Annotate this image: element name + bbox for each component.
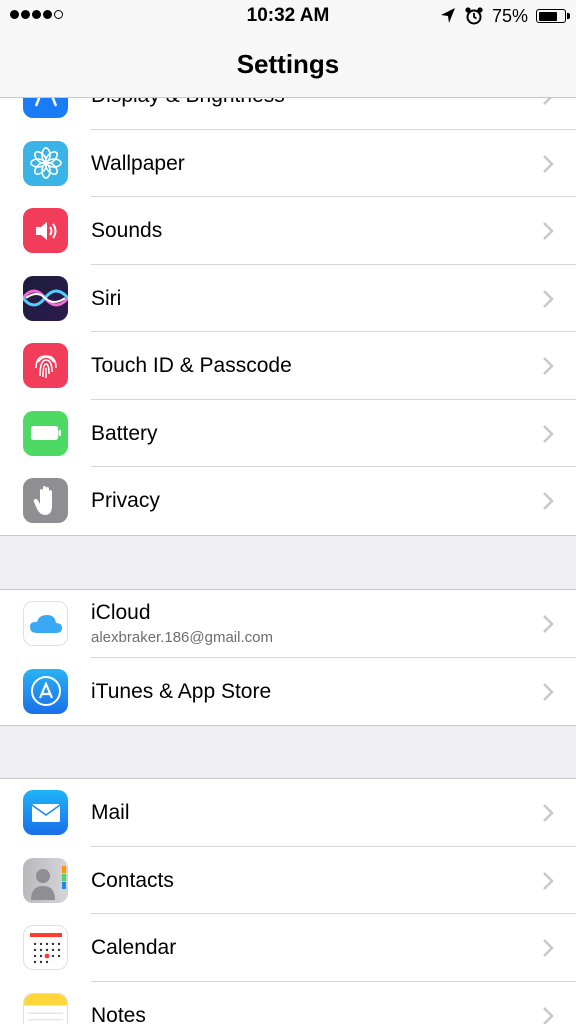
notes-icon (23, 992, 68, 1024)
settings-row-label: Contacts (91, 868, 174, 892)
settings-row-notes[interactable]: Notes (0, 982, 576, 1024)
alarm-clock-icon (465, 7, 483, 25)
chevron-right-icon (543, 222, 554, 240)
settings-row-label: Siri (91, 286, 122, 310)
account-email: alexbraker.186@gmail.com (91, 629, 273, 646)
chevron-right-icon (543, 492, 554, 510)
speaker-icon (23, 208, 68, 253)
contacts-icon (23, 857, 68, 903)
page-title: Settings (236, 49, 340, 79)
settings-row-touch-id[interactable]: Touch ID & Passcode (0, 332, 576, 400)
settings-row-mail[interactable]: Mail (0, 779, 576, 847)
display-icon (23, 98, 68, 118)
chevron-right-icon (543, 682, 554, 701)
settings-row-siri[interactable]: Siri (0, 265, 576, 333)
chevron-right-icon (543, 871, 554, 890)
chevron-right-icon (543, 98, 552, 105)
location-arrow-icon (440, 8, 455, 23)
battery-icon (23, 410, 68, 456)
status-bar: 10:32 AM 75% (0, 0, 576, 32)
battery-status-icon (536, 9, 570, 23)
settings-row-label: Calendar (91, 936, 177, 959)
settings-row-label: Touch ID & Passcode (91, 354, 292, 377)
settings-row-label: Display & Brightness (91, 98, 285, 108)
mail-icon (23, 790, 68, 835)
settings-row-privacy[interactable]: Privacy (0, 467, 576, 535)
settings-row-label: Privacy (91, 489, 160, 512)
settings-row-contacts[interactable]: Contacts (0, 847, 576, 915)
settings-row-label: iCloud (91, 601, 151, 624)
settings-row-wallpaper[interactable]: Wallpaper (0, 130, 576, 198)
settings-list[interactable]: Display & Brightness (0, 98, 576, 1024)
nav-bar: Settings (0, 32, 576, 98)
chevron-right-icon (543, 804, 554, 822)
chevron-right-icon (543, 154, 554, 173)
siri-icon (23, 275, 68, 321)
app-store-icon (23, 668, 68, 714)
settings-row-label: Mail (91, 801, 130, 824)
settings-row-label: iTunes & App Store (91, 679, 272, 703)
status-right: 75% (440, 5, 570, 26)
battery-percent: 75% (491, 5, 528, 26)
settings-row-calendar[interactable]: Calendar (0, 914, 576, 982)
chevron-right-icon (543, 1006, 554, 1024)
battery-nub (567, 13, 570, 19)
settings-row-icloud[interactable]: iCloud alexbraker.186@gmail.com (0, 590, 576, 658)
chevron-right-icon (543, 939, 554, 957)
hand-icon (23, 478, 68, 523)
calendar-icon (23, 925, 68, 970)
battery-fill (538, 11, 558, 21)
settings-row-sounds[interactable]: Sounds (0, 197, 576, 265)
settings-row-battery[interactable]: Battery (0, 400, 576, 468)
settings-row-label: Sounds (91, 219, 163, 242)
settings-row-display-brightness[interactable]: Display & Brightness (0, 98, 576, 130)
settings-group-apps: Mail Contacts Calendar Notes (0, 778, 576, 1024)
fingerprint-icon (23, 343, 68, 388)
chevron-right-icon (543, 615, 554, 633)
chevron-right-icon (543, 424, 554, 443)
icloud-icon (23, 601, 68, 646)
settings-group-general: Display & Brightness (0, 98, 576, 536)
chevron-right-icon (543, 357, 554, 375)
wallpaper-icon (23, 140, 68, 186)
settings-row-itunes-app-store[interactable]: iTunes & App Store (0, 658, 576, 726)
settings-group-accounts: iCloud alexbraker.186@gmail.com iTunes &… (0, 589, 576, 726)
settings-row-label: Battery (91, 421, 158, 445)
settings-row-label: Notes (91, 1003, 146, 1024)
settings-row-label: Wallpaper (91, 151, 185, 175)
chevron-right-icon (543, 289, 554, 308)
